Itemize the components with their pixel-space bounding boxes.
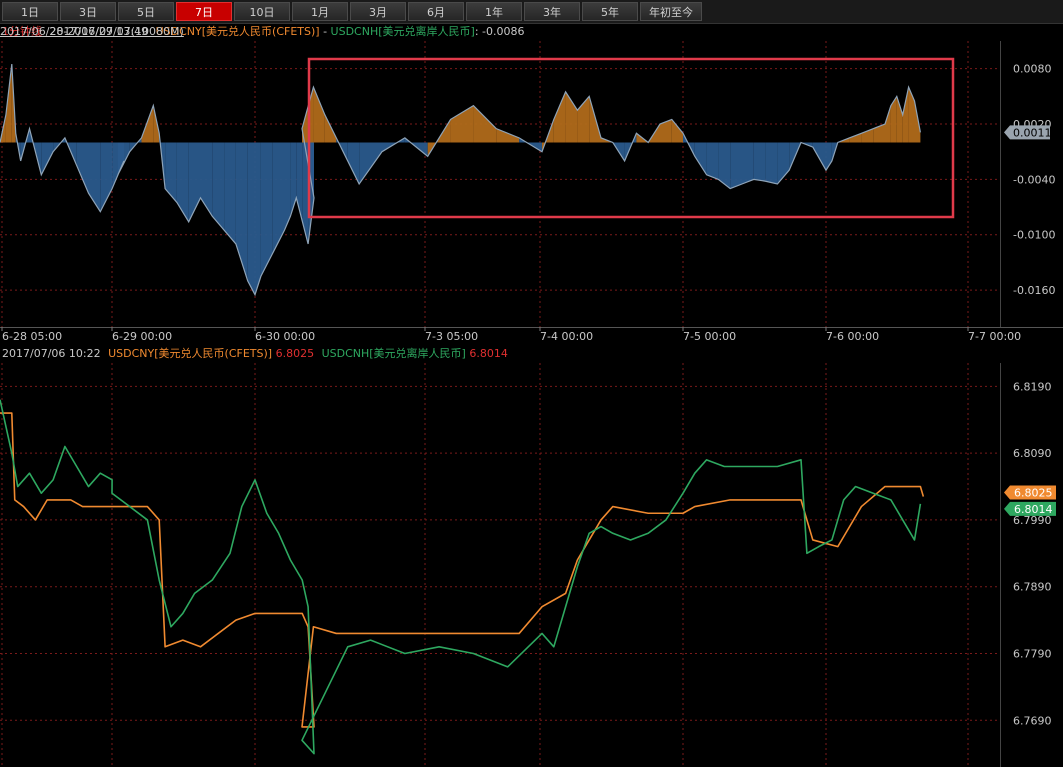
spread-area-segment — [473, 105, 497, 143]
y-tick-label: -0.0160 — [1013, 284, 1055, 297]
tab-5[interactable]: 10日 — [234, 2, 290, 21]
date-range-label[interactable]: 2017/06/28-2017/07/07(10080M) — [0, 23, 1007, 41]
time-axis: 6-28 05:00 6-29 00:00 6-30 00:00 7-3 05:00 7… — [0, 327, 1063, 343]
x-tick-label: 7-6 00:00 — [826, 330, 879, 343]
tab-2[interactable]: 3日 — [60, 2, 116, 21]
period-tab-bar: 1日 3日 5日 7日 10日 1月 3月 6月 1年 3年 5年 年初至今 — [0, 0, 1063, 24]
tab-7[interactable]: 3月 — [350, 2, 406, 21]
tab-12[interactable]: 年初至今 — [640, 2, 702, 21]
y-tick-label: 6.7790 — [1013, 647, 1052, 660]
spread-area-segment — [730, 142, 742, 189]
spread-area-segment — [706, 142, 719, 180]
y-tick-label: 6.7690 — [1013, 714, 1052, 727]
tab-10[interactable]: 3年 — [524, 2, 580, 21]
y-tick-label: -0.0040 — [1013, 173, 1055, 186]
x-tick-label: 7-4 00:00 — [540, 330, 593, 343]
spread-area-segment — [165, 142, 177, 203]
tab-4[interactable]: 7日 — [176, 2, 232, 21]
spread-area-segment — [565, 91, 578, 143]
tab-1[interactable]: 1日 — [2, 2, 58, 21]
spread-area-segment — [200, 142, 213, 217]
usdcnh-last-label: 6.8014 — [1014, 503, 1053, 516]
x-tick-label: 6-30 00:00 — [255, 330, 315, 343]
spread-area-segment — [272, 142, 285, 254]
spread-area-segment — [496, 128, 520, 143]
usdcny-line — [0, 412, 925, 728]
spread-area-segment — [41, 142, 54, 175]
x-tick-label: 7-7 00:00 — [968, 330, 1021, 343]
bottom-series2-value: 6.8014 — [469, 347, 508, 360]
tab-11[interactable]: 5年 — [582, 2, 638, 21]
spread-area-segment — [359, 142, 382, 184]
usdcny-last-label: 6.8025 — [1014, 487, 1053, 500]
spread-area-segment — [902, 87, 909, 143]
spread-area-segment — [212, 142, 225, 231]
spread-area-segment — [176, 142, 189, 222]
y-tick-label: 0.0080 — [1013, 63, 1052, 76]
spread-area-segment — [235, 142, 248, 281]
tab-6[interactable]: 1月 — [292, 2, 348, 21]
spread-area-segment — [896, 96, 903, 143]
spread-area-segment — [885, 105, 891, 143]
x-tick-label: 6-28 05:00 — [2, 330, 62, 343]
bottom-series1-value: 6.8025 — [275, 347, 315, 360]
bottom-datetime: 2017/07/06 10:22 — [2, 347, 101, 360]
spread-area-segment — [718, 142, 731, 189]
tab-8[interactable]: 6月 — [408, 2, 464, 21]
spread-area-segment — [742, 142, 754, 184]
spread-area-segment — [76, 142, 89, 194]
bottom-series2-name: USDCNH[美元兑离岸人民币] — [321, 347, 466, 360]
bottom-series1-name: USDCNY[美元兑人民币(CFETS)] — [108, 347, 273, 360]
spread-area-segment — [224, 142, 236, 244]
spread-area-segment — [753, 142, 766, 182]
x-tick-label: 6-29 00:00 — [112, 330, 172, 343]
x-tick-label: 7-3 05:00 — [425, 330, 478, 343]
spread-area-segment — [450, 105, 474, 143]
x-tick-label: 7-5 00:00 — [683, 330, 736, 343]
spread-area-segment — [247, 142, 255, 295]
tab-3[interactable]: 5日 — [118, 2, 174, 21]
y-tick-label: -0.0100 — [1013, 229, 1055, 242]
spread-area-segment — [849, 133, 862, 143]
spread-chart: 0.00800.0020-0.0040-0.0100-0.01600.0011 — [0, 41, 1055, 327]
spread-area-segment — [553, 91, 566, 143]
spread-area-segment — [765, 142, 778, 184]
spread-area-segment — [255, 142, 261, 295]
y-tick-label: 6.8190 — [1013, 380, 1052, 393]
last-value-label: 0.0011 — [1013, 126, 1052, 139]
bottom-chart-header: 2017/07/06 10:22 USDCNY[美元兑人民币(CFETS)] 6… — [0, 345, 508, 363]
tab-9[interactable]: 1年 — [466, 2, 522, 21]
y-tick-label: 6.8090 — [1013, 447, 1052, 460]
spread-area-segment — [88, 142, 101, 212]
spread-area-segment — [313, 87, 325, 143]
price-chart: 6.81906.80906.79906.78906.77906.76906.80… — [0, 363, 1056, 767]
y-tick-label: 6.7890 — [1013, 581, 1052, 594]
